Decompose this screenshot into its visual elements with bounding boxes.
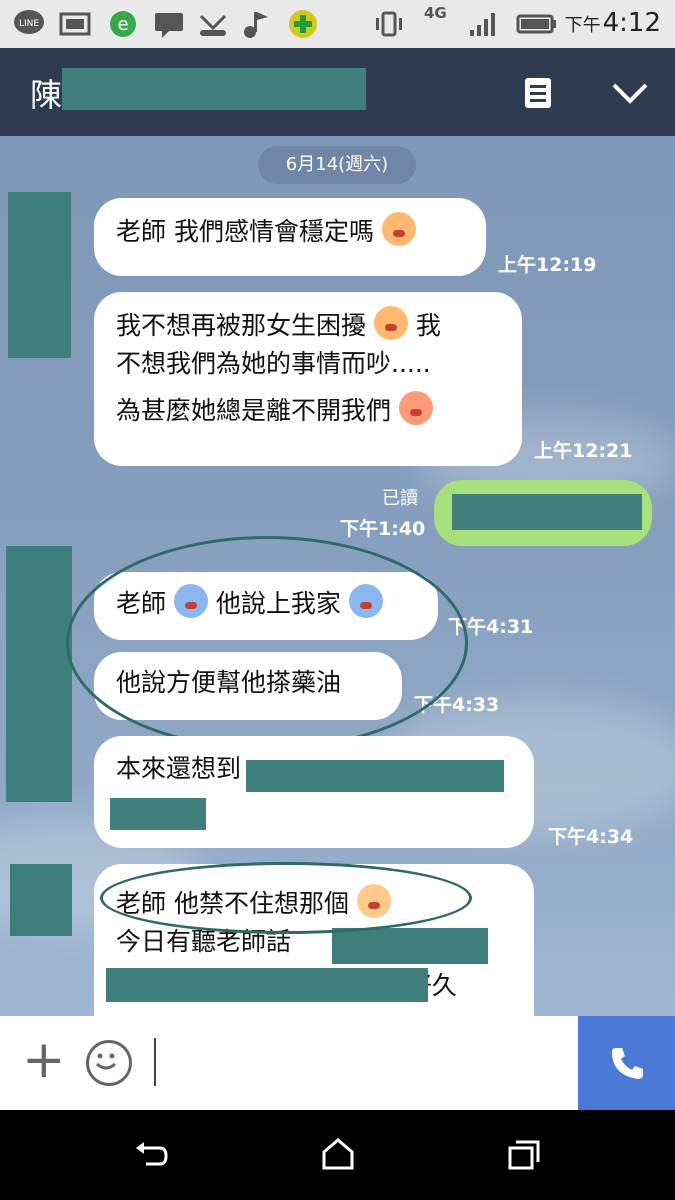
message-bubble[interactable]: 老師 我們感情會穩定嗎 (94, 198, 486, 276)
redaction-block (106, 968, 428, 1002)
plus-icon[interactable]: + (22, 1034, 66, 1086)
line-app-icon: LINE (14, 10, 44, 34)
call-button[interactable] (578, 1016, 675, 1110)
message-text: 我不想再被那女生困擾 (116, 311, 367, 340)
system-nav-bar (0, 1110, 675, 1200)
message-icon (155, 13, 183, 38)
network-type-label: 4G (424, 4, 447, 22)
pouting-face-emoji-icon (381, 212, 416, 246)
message-bubble[interactable]: 本來還想到 (94, 736, 534, 848)
redaction-block (246, 760, 504, 792)
redaction-block (110, 798, 206, 830)
message-time: 下午4:34 (548, 826, 634, 848)
battery-icon (516, 14, 556, 34)
crying-face-emoji-icon (398, 391, 433, 425)
game-app-icon (289, 10, 317, 38)
read-receipt: 已讀 (382, 488, 418, 509)
message-text: 我 (415, 311, 441, 340)
gallery-icon (59, 12, 91, 36)
message-bubble[interactable]: 我不想再被那女生困擾 我 不想我們為她的事情而吵..... 為甚麼她總是離不開我… (94, 292, 522, 466)
highlight-circle (100, 862, 472, 934)
contact-name[interactable]: 陳 (30, 70, 62, 116)
recent-apps-icon[interactable] (506, 1138, 542, 1172)
message-text: 為甚麼她總是離不開我們 (116, 396, 392, 425)
vibrate-icon (376, 11, 402, 37)
status-clock: 下午4:12 (564, 8, 661, 38)
missed-call-icon (199, 14, 227, 36)
back-icon[interactable] (132, 1138, 170, 1172)
phone-call-icon (612, 1048, 643, 1079)
message-time: 上午12:19 (498, 254, 597, 276)
highlight-circle (66, 536, 468, 750)
message-text: 本來還想到 (116, 754, 242, 783)
redaction-block (62, 68, 366, 110)
avatar[interactable] (8, 192, 71, 358)
avatar[interactable] (6, 546, 72, 802)
chat-header: 陳 (0, 48, 675, 136)
my-message-bubble[interactable] (434, 480, 652, 546)
signal-icon (470, 13, 495, 36)
message-input-bar: + (0, 1016, 675, 1110)
message-text: 不想我們為她的事情而吵..... (116, 349, 431, 378)
menu-icon[interactable] (522, 76, 554, 110)
svg-text:LINE: LINE (19, 19, 39, 29)
date-separator: 6月14(週六) (258, 146, 416, 184)
avatar[interactable] (10, 864, 72, 936)
message-time: 下午1:40 (340, 518, 426, 540)
message-text: 老師 我們感情會穩定嗎 (116, 217, 374, 246)
redaction-block (332, 928, 488, 964)
chat-area[interactable]: 6月14(週六) 老師 我們感情會穩定嗎 上午12:19 我不想再被那女生困擾 … (0, 136, 675, 1016)
message-time: 上午12:21 (534, 440, 633, 462)
redaction-block (452, 494, 642, 530)
emoji-icon[interactable] (86, 1040, 132, 1086)
chevron-down-icon[interactable] (610, 80, 650, 106)
status-bar: LINE e 4G 下午4:12 (0, 0, 675, 48)
pouting-face-emoji-icon (373, 306, 408, 340)
ie-browser-icon: e (110, 11, 136, 37)
music-icon (244, 12, 268, 38)
svg-text:e: e (117, 14, 128, 35)
home-icon[interactable] (320, 1136, 356, 1172)
message-input[interactable] (154, 1038, 156, 1086)
